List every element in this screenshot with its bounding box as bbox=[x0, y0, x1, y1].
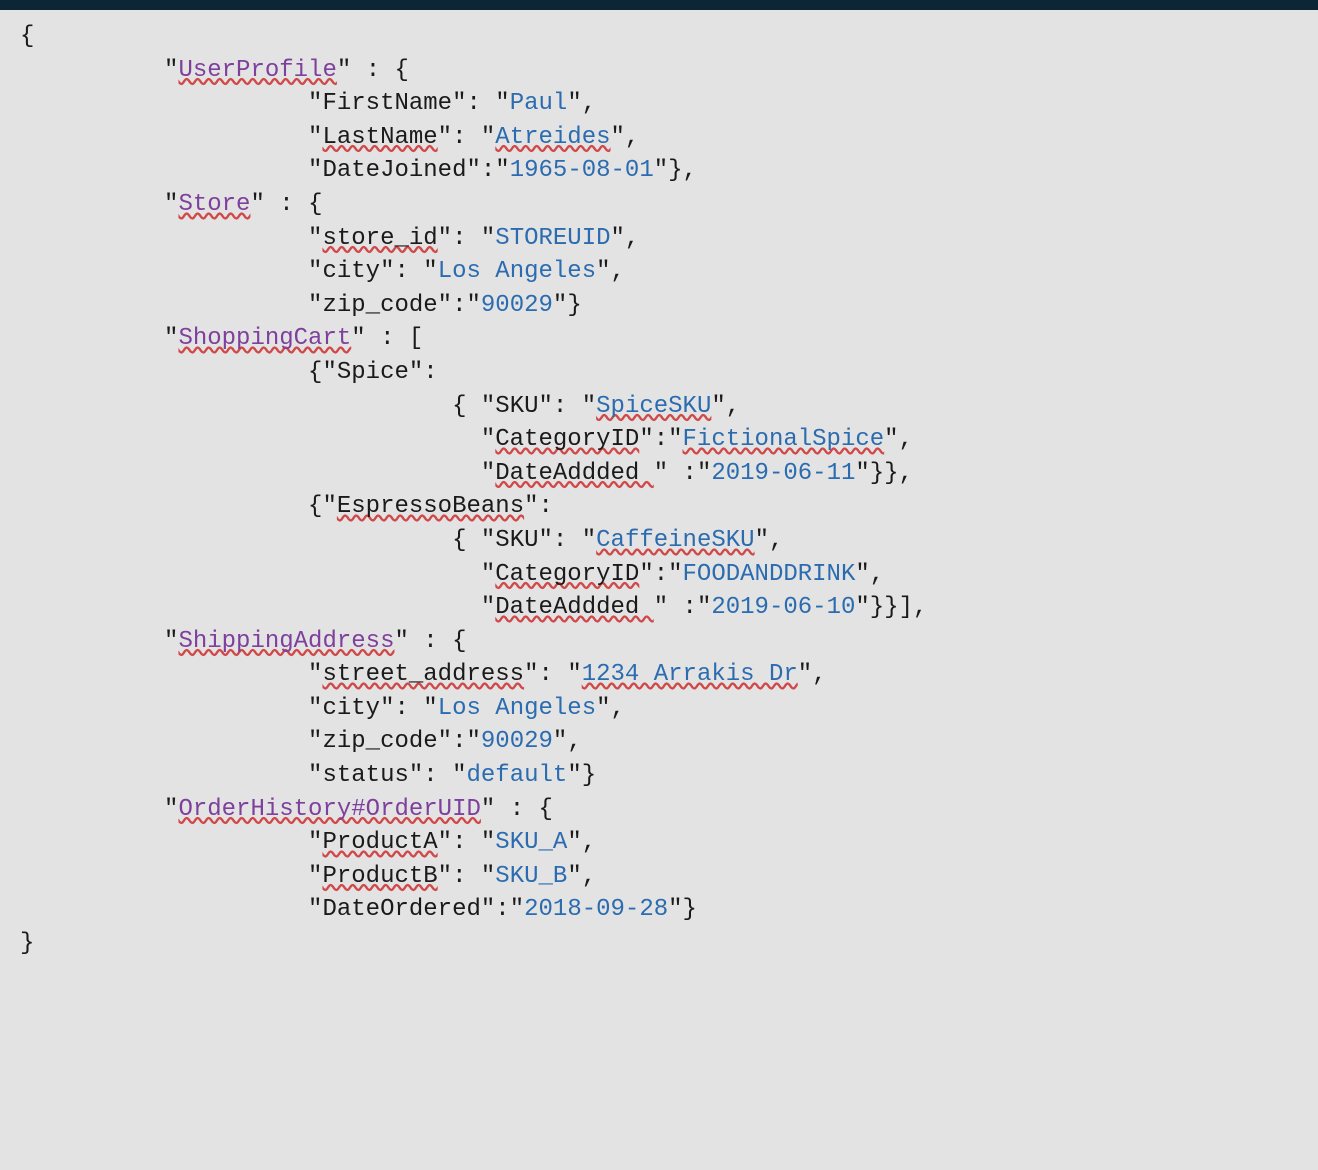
key-street: street_address bbox=[322, 661, 524, 688]
key-espresso-date: DateAddded bbox=[495, 594, 653, 621]
val-productb: SKU_B bbox=[495, 863, 567, 890]
val-lastname: Atreides bbox=[495, 124, 610, 151]
val-ship-city: Los Angeles bbox=[438, 695, 596, 722]
key-storeid: store_id bbox=[322, 225, 437, 252]
key-store: Store bbox=[178, 191, 250, 218]
key-userprofile: UserProfile bbox=[178, 57, 336, 84]
key-shoppingcart: ShoppingCart bbox=[178, 325, 351, 352]
key-datejoined: DateJoined bbox=[322, 157, 466, 184]
key-orderhistory: OrderHistory#OrderUID bbox=[178, 796, 480, 823]
val-ship-zip: 90029 bbox=[481, 728, 553, 755]
val-espresso-sku: CaffeineSKU bbox=[596, 527, 754, 554]
val-spice-cat: FictionalSpice bbox=[683, 426, 885, 453]
titlebar bbox=[0, 0, 1318, 10]
val-firstname: Paul bbox=[510, 90, 568, 117]
key-firstname: FirstName bbox=[322, 90, 452, 117]
key-espresso: EspressoBeans bbox=[337, 493, 524, 520]
key-ship-zip: zip_code bbox=[322, 728, 437, 755]
key-producta: ProductA bbox=[322, 829, 437, 856]
val-storeid: STOREUID bbox=[495, 225, 610, 252]
val-status: default bbox=[467, 762, 568, 789]
key-shipping: ShippingAddress bbox=[178, 628, 394, 655]
key-spice: Spice bbox=[337, 359, 409, 386]
val-spice-date: 2019-06-11 bbox=[711, 460, 855, 487]
key-espresso-sku: SKU bbox=[495, 527, 538, 554]
key-espresso-cat: CategoryID bbox=[495, 561, 639, 588]
val-dateordered: 2018-09-28 bbox=[524, 896, 668, 923]
key-productb: ProductB bbox=[322, 863, 437, 890]
key-store-zip: zip_code bbox=[322, 292, 437, 319]
val-store-city: Los Angeles bbox=[438, 258, 596, 285]
val-espresso-date: 2019-06-10 bbox=[711, 594, 855, 621]
key-ship-city: city bbox=[322, 695, 380, 722]
val-espresso-cat: FOODANDDRINK bbox=[683, 561, 856, 588]
val-street: 1234 Arrakis Dr bbox=[582, 661, 798, 688]
val-producta: SKU_A bbox=[495, 829, 567, 856]
val-store-zip: 90029 bbox=[481, 292, 553, 319]
key-spice-date: DateAddded bbox=[495, 460, 653, 487]
key-spice-cat: CategoryID bbox=[495, 426, 639, 453]
key-spice-sku: SKU bbox=[495, 393, 538, 420]
key-dateordered: DateOrdered bbox=[322, 896, 480, 923]
key-status: status bbox=[322, 762, 408, 789]
code-block: { "UserProfile" : { "FirstName": "Paul",… bbox=[0, 10, 1318, 971]
val-datejoined: 1965-08-01 bbox=[510, 157, 654, 184]
key-store-city: city bbox=[322, 258, 380, 285]
val-spice-sku: SpiceSKU bbox=[596, 393, 711, 420]
key-lastname: LastName bbox=[322, 124, 437, 151]
